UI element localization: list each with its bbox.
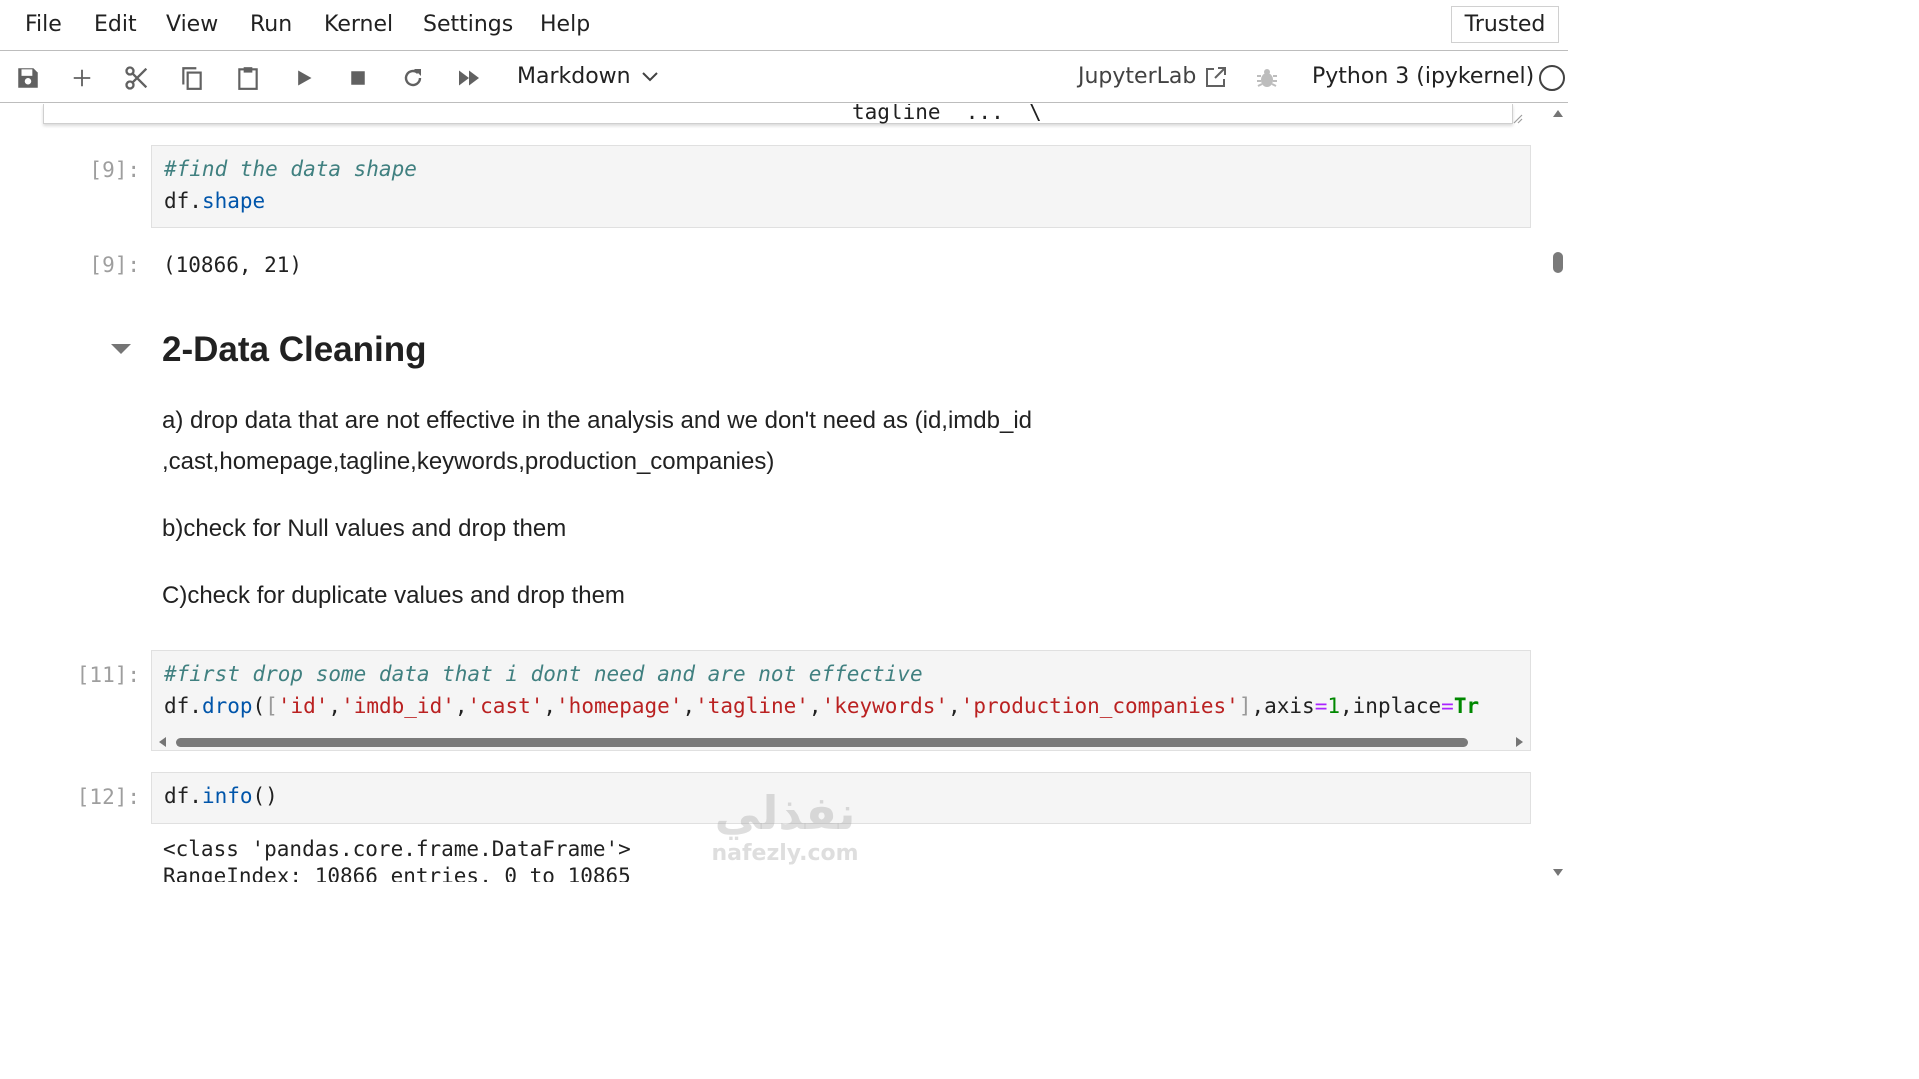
- external-link-icon: [1206, 66, 1227, 87]
- menu-bar: File Edit View Run Kernel Settings Help …: [0, 0, 1568, 51]
- menu-edit[interactable]: Edit: [94, 12, 137, 37]
- paste-icon[interactable]: [232, 62, 264, 94]
- code-cell-input[interactable]: df.info(): [151, 772, 1531, 824]
- output-prompt: [9]:: [89, 253, 140, 277]
- vertical-scrollbar[interactable]: [1548, 104, 1568, 882]
- cell-output: (10866, 21): [163, 253, 303, 277]
- trusted-indicator[interactable]: Trusted: [1451, 6, 1559, 43]
- menu-view[interactable]: View: [166, 12, 218, 37]
- kernel-status-icon: [1539, 65, 1565, 91]
- add-cell-icon[interactable]: [66, 62, 98, 94]
- markdown-heading: 2-Data Cleaning: [162, 330, 427, 369]
- code-comment: #find the data shape: [164, 157, 417, 181]
- scroll-right-icon[interactable]: [1515, 736, 1525, 748]
- kernel-name[interactable]: Python 3 (ipykernel): [1312, 64, 1534, 89]
- open-jupyterlab-button[interactable]: JupyterLab: [1078, 64, 1228, 89]
- menu-run[interactable]: Run: [250, 12, 292, 37]
- previous-output-area: tagline ... \: [43, 104, 1523, 124]
- code-line: df.drop(['id','imdb_id','cast','homepage…: [164, 694, 1480, 718]
- notebook-panel: tagline ... \ [9]: #find the data shape …: [0, 104, 1548, 882]
- code-line: df.shape: [164, 189, 266, 213]
- copy-icon[interactable]: [176, 62, 208, 94]
- save-icon[interactable]: [12, 62, 44, 94]
- code-comment: #first drop some data that i dont need a…: [164, 662, 923, 686]
- scroll-down-icon[interactable]: [1552, 868, 1564, 878]
- notebook-toolbar: Markdown JupyterLab Python 3 (ipykernel): [0, 52, 1568, 103]
- scroll-up-icon[interactable]: [1552, 108, 1564, 118]
- menu-file[interactable]: File: [25, 12, 62, 37]
- cut-icon[interactable]: [121, 62, 153, 94]
- code-cell-input[interactable]: #find the data shape df.shape: [151, 145, 1531, 228]
- previous-output-text: tagline ... \: [852, 104, 1042, 124]
- jupyterlab-label: JupyterLab: [1078, 64, 1197, 89]
- input-prompt: [9]:: [89, 158, 140, 182]
- markdown-paragraph-a-line2: ,cast,homepage,tagline,keywords,producti…: [162, 448, 775, 475]
- vertical-scrollbar-thumb[interactable]: [1553, 252, 1563, 273]
- cell-type-label: Markdown: [517, 64, 631, 89]
- markdown-paragraph-b: b)check for Null values and drop them: [162, 515, 567, 542]
- cell-type-select[interactable]: Markdown: [517, 64, 659, 89]
- horizontal-scrollbar-thumb[interactable]: [176, 738, 1468, 747]
- menu-help[interactable]: Help: [540, 12, 590, 37]
- code-line: df.info(): [164, 784, 278, 808]
- horizontal-scrollbar[interactable]: [152, 732, 1530, 750]
- scroll-left-icon[interactable]: [157, 736, 167, 748]
- restart-icon[interactable]: [397, 62, 429, 94]
- cell-output-line: <class 'pandas.core.frame.DataFrame'>: [163, 837, 631, 861]
- resize-handle-icon[interactable]: [1512, 113, 1524, 125]
- markdown-paragraph-a-line1: a) drop data that are not effective in t…: [162, 407, 1033, 434]
- menu-kernel[interactable]: Kernel: [324, 12, 393, 37]
- run-all-icon[interactable]: [453, 62, 485, 94]
- input-prompt: [12]:: [76, 785, 140, 809]
- stop-icon[interactable]: [342, 62, 374, 94]
- menu-settings[interactable]: Settings: [423, 12, 513, 37]
- input-prompt: [11]:: [76, 663, 140, 687]
- run-icon[interactable]: [288, 62, 320, 94]
- cell-output-line: RangeIndex: 10866 entries, 0 to 10865: [163, 864, 631, 882]
- code-cell-input[interactable]: #first drop some data that i dont need a…: [151, 650, 1531, 751]
- chevron-down-icon: [641, 71, 658, 81]
- markdown-paragraph-c: C)check for duplicate values and drop th…: [162, 582, 625, 609]
- collapse-heading-icon[interactable]: [111, 344, 131, 356]
- debugger-icon[interactable]: [1255, 66, 1279, 94]
